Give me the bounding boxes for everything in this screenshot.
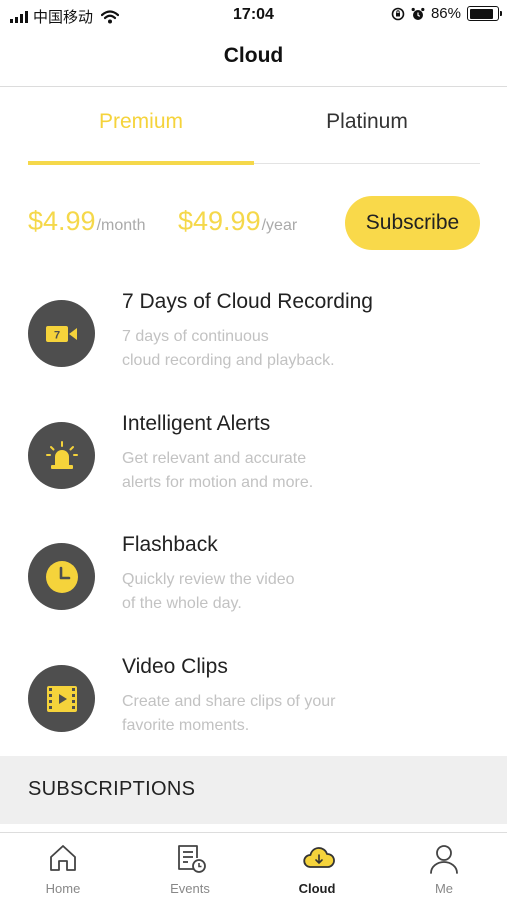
status-bar: 中国移动 17:04 86%	[0, 0, 507, 30]
battery-icon	[467, 6, 502, 21]
yearly-price-unit: /year	[261, 217, 298, 234]
monthly-price-amount: $4.99	[28, 206, 96, 236]
tab-home-label: Home	[45, 881, 81, 896]
feature-desc-line: 7 days of continuous	[122, 328, 269, 345]
feature-desc-line: Quickly review the video	[122, 571, 295, 588]
feature-icon-circle	[28, 543, 95, 610]
alarm-icon	[411, 7, 425, 20]
feature-desc-line: Get relevant and accurate	[122, 450, 307, 467]
tab-cloud-label: Cloud	[298, 881, 336, 896]
monthly-price: $4.99 /month	[28, 206, 146, 237]
feature-desc-line: of the whole day.	[122, 595, 242, 612]
feature-title: Flashback	[122, 533, 218, 556]
feature-desc-line: Create and share clips of your	[122, 693, 336, 710]
monthly-price-unit: /month	[96, 217, 146, 234]
feature-intelligent-alerts: Intelligent Alerts Get relevant and accu…	[28, 412, 480, 522]
feature-cloud-recording: 7 7 Days of Cloud Recording 7 days of co…	[28, 290, 480, 400]
feature-title: 7 Days of Cloud Recording	[122, 290, 373, 313]
tab-platinum[interactable]: Platinum	[254, 100, 480, 164]
feature-video-clips: Video Clips Create and share clips of yo…	[28, 655, 480, 765]
cloud-icon	[303, 847, 335, 868]
bottom-tab-bar: Home Events Cloud Me	[0, 832, 507, 900]
subscriptions-heading: SUBSCRIPTIONS	[28, 778, 196, 800]
feature-description: Get relevant and accurate alerts for mot…	[122, 447, 462, 495]
feature-icon-circle	[28, 422, 95, 489]
pricing-row: $4.99 /month $49.99 /year Subscribe	[28, 196, 480, 250]
person-icon	[430, 845, 458, 874]
subscribe-button[interactable]: Subscribe	[345, 196, 480, 250]
feature-description: Create and share clips of your favorite …	[122, 690, 462, 738]
feature-icon-circle	[28, 665, 95, 732]
tab-premium[interactable]: Premium	[28, 100, 254, 164]
feature-title: Intelligent Alerts	[122, 412, 271, 435]
tab-cloud[interactable]: Cloud	[254, 833, 380, 900]
feature-desc-line: cloud recording and playback.	[122, 352, 335, 369]
feature-desc-line: favorite moments.	[122, 717, 250, 734]
svg-text:7: 7	[53, 329, 59, 341]
plan-tabs: Premium Platinum	[28, 100, 480, 165]
feature-title: Video Clips	[122, 655, 228, 678]
alarm-light-icon	[45, 440, 78, 469]
rotation-lock-icon	[391, 7, 405, 20]
tab-indicator	[28, 161, 254, 165]
page-title: Cloud	[223, 44, 284, 67]
clock-icon	[45, 560, 78, 593]
feature-description: Quickly review the video of the whole da…	[122, 568, 462, 616]
tab-me-label: Me	[434, 881, 454, 896]
tab-events[interactable]: Events	[127, 833, 253, 900]
subscriptions-section-header: SUBSCRIPTIONS	[0, 756, 507, 824]
tab-events-label: Events	[170, 881, 210, 896]
events-icon	[178, 845, 206, 873]
tab-me[interactable]: Me	[381, 833, 507, 900]
feature-icon-circle: 7	[28, 300, 95, 367]
home-icon	[50, 845, 76, 871]
feature-desc-line: alerts for motion and more.	[122, 474, 314, 491]
tab-home[interactable]: Home	[0, 833, 126, 900]
battery-level	[469, 8, 493, 19]
yearly-price: $49.99 /year	[178, 206, 297, 237]
video-camera-7-icon: 7	[45, 325, 77, 342]
battery-percent: 86%	[430, 5, 461, 22]
feature-description: 7 days of continuous cloud recording and…	[122, 325, 462, 373]
film-clip-icon	[46, 685, 77, 712]
header-divider	[0, 86, 507, 87]
yearly-price-amount: $49.99	[178, 206, 261, 236]
status-right: 86%	[391, 5, 502, 22]
feature-flashback: Flashback Quickly review the video of th…	[28, 533, 480, 643]
